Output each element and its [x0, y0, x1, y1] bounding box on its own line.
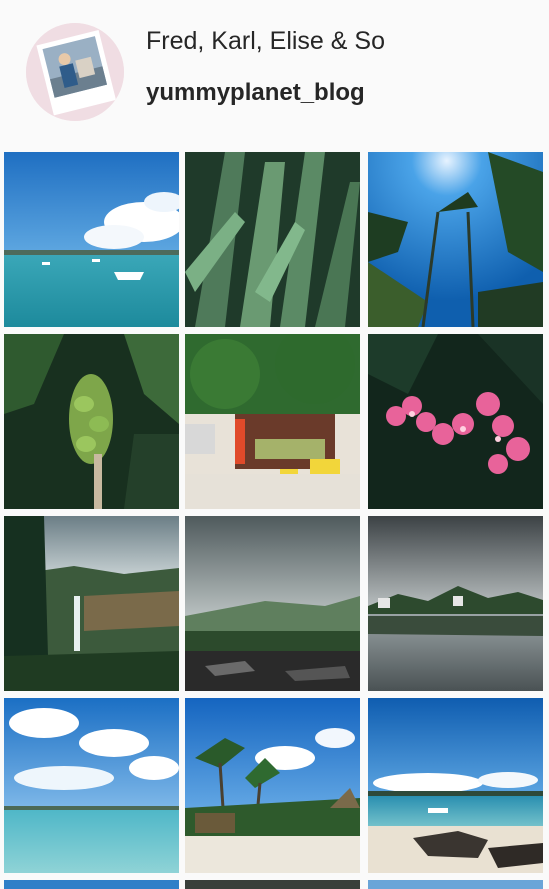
- profile-photo-icon: [26, 23, 124, 121]
- profile-header: Fred, Karl, Elise & So yummyplanet_blog: [0, 0, 549, 152]
- photo-tile-agave[interactable]: [185, 152, 360, 327]
- frangipani-photo: [368, 334, 543, 509]
- profile-display-name: Fred, Karl, Elise & So: [146, 27, 385, 55]
- palm-beach-photo: [185, 698, 360, 873]
- banana-photo: [4, 334, 179, 509]
- waterfall-photo: [4, 516, 179, 691]
- harbor-photo: [4, 152, 179, 327]
- partial-photo-1: [4, 880, 179, 889]
- photo-tile-partial-1[interactable]: [4, 880, 179, 889]
- photo-tile-partial-2[interactable]: [185, 880, 360, 889]
- cloudy-valley-photo: [185, 516, 360, 691]
- partial-photo-3: [368, 880, 543, 889]
- photo-tile-fruit-stall[interactable]: [185, 334, 360, 509]
- photo-tile-harbor[interactable]: [4, 152, 179, 327]
- photo-tile-frangipani[interactable]: [368, 334, 543, 509]
- photo-tile-waterfall[interactable]: [4, 516, 179, 691]
- palms-photo: [368, 152, 543, 327]
- photo-tile-lagoon[interactable]: [4, 698, 179, 873]
- partial-photo-2: [185, 880, 360, 889]
- photo-tile-palm-beach[interactable]: [185, 698, 360, 873]
- rocky-beach-photo: [368, 698, 543, 873]
- profile-username[interactable]: yummyplanet_blog: [146, 79, 365, 107]
- lake-reflection-photo: [368, 516, 543, 691]
- photo-tile-cloudy-valley[interactable]: [185, 516, 360, 691]
- photo-tile-banana[interactable]: [4, 334, 179, 509]
- photo-tile-rocky-beach[interactable]: [368, 698, 543, 873]
- photo-tile-partial-3[interactable]: [368, 880, 543, 889]
- fruit-stall-photo: [185, 334, 360, 509]
- photo-tile-lake-reflection[interactable]: [368, 516, 543, 691]
- photo-tile-palms[interactable]: [368, 152, 543, 327]
- lagoon-photo: [4, 698, 179, 873]
- agave-photo: [185, 152, 360, 327]
- profile-avatar[interactable]: [26, 23, 124, 121]
